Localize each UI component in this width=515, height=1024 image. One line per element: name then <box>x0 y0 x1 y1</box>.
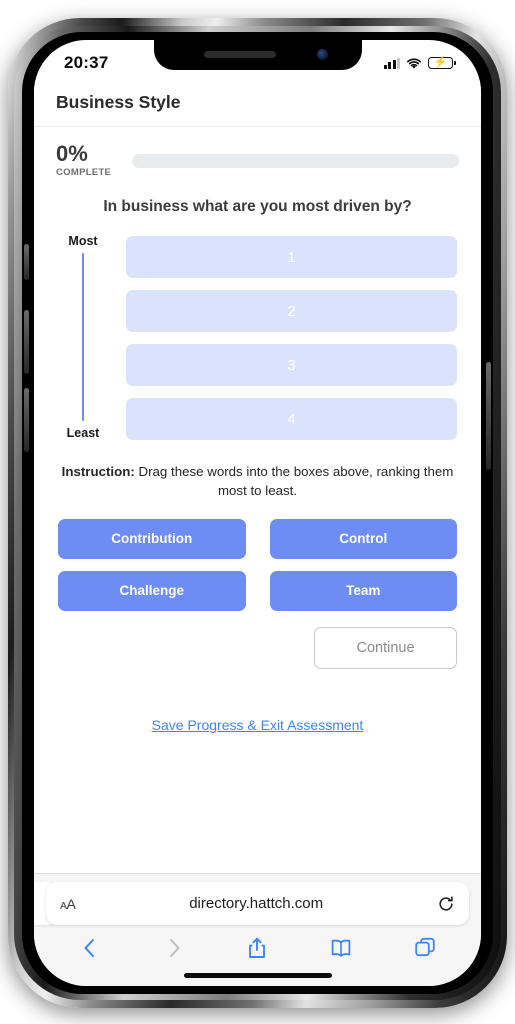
tabs-button[interactable] <box>413 936 437 960</box>
url-bar[interactable]: AA directory.hattch.com <box>46 882 469 925</box>
ranking-slot[interactable]: 1 <box>126 236 457 278</box>
home-indicator <box>183 973 332 978</box>
text-size-aa-icon[interactable]: AA <box>60 896 76 912</box>
ranking-slot[interactable]: 2 <box>126 290 457 332</box>
phone-screen: 20:37 ⚡ Business Style 0% COMPLETE In bu… <box>34 40 481 986</box>
progress-percent: 0% <box>56 141 88 166</box>
assessment-content: 0% COMPLETE In business what are you mos… <box>34 127 481 741</box>
volume-up-button[interactable] <box>24 310 29 374</box>
continue-button[interactable]: Continue <box>314 626 457 669</box>
scale-line <box>81 253 85 421</box>
ranking-slot[interactable]: 3 <box>126 344 457 386</box>
back-button[interactable] <box>78 936 102 960</box>
progress-complete-label: COMPLETE <box>56 167 112 178</box>
word-chip[interactable]: Challenge <box>58 570 246 611</box>
battery-charging-icon: ⚡ <box>428 57 456 69</box>
wifi-icon <box>406 57 422 69</box>
word-chip[interactable]: Control <box>269 518 457 559</box>
progress-bar-track <box>132 153 459 168</box>
save-progress-exit-link[interactable]: Save Progress & Exit Assessment <box>152 717 364 733</box>
reload-icon[interactable] <box>437 895 455 913</box>
screenshot-stage: 20:37 ⚡ Business Style 0% COMPLETE In bu… <box>0 0 515 1024</box>
power-button[interactable] <box>486 362 491 470</box>
ranking-slot-list: 1 2 3 4 <box>126 232 457 440</box>
safari-browser-chrome: AA directory.hattch.com <box>34 873 481 986</box>
instruction-text: Instruction: Drag these words into the b… <box>34 440 481 513</box>
progress-percent-block: 0% COMPLETE <box>56 141 118 179</box>
status-bar-clock: 20:37 <box>64 53 109 72</box>
url-bar-row: AA directory.hattch.com <box>34 882 469 925</box>
continue-row: Continue <box>34 611 481 669</box>
url-text[interactable]: directory.hattch.com <box>75 895 437 912</box>
word-chip-list: Contribution Control Challenge Team <box>34 513 481 611</box>
forward-button[interactable] <box>162 936 186 960</box>
page-header: Business Style <box>34 80 481 127</box>
ranking-area: Most Least 1 2 3 4 <box>34 226 481 440</box>
save-link-row: Save Progress & Exit Assessment <box>34 669 481 735</box>
page-title: Business Style <box>56 92 181 112</box>
safari-toolbar <box>34 925 481 971</box>
share-button[interactable] <box>245 936 269 960</box>
scale-most-label: Most <box>68 234 98 248</box>
instruction-label: Instruction: <box>61 464 135 479</box>
word-chip[interactable]: Contribution <box>58 518 246 559</box>
question-text: In business what are you most driven by? <box>103 198 412 215</box>
ranking-slot[interactable]: 4 <box>126 398 457 440</box>
volume-down-button[interactable] <box>24 388 29 452</box>
cellular-signal-icon <box>383 57 400 69</box>
bookmarks-button[interactable] <box>329 936 353 960</box>
scale-least-label: Least <box>66 426 100 440</box>
ranking-scale: Most Least <box>52 232 114 440</box>
instruction-body: Drag these words into the boxes above, r… <box>138 464 454 499</box>
silent-switch[interactable] <box>24 244 29 280</box>
word-chip[interactable]: Team <box>269 570 457 611</box>
progress-section: 0% COMPLETE <box>34 127 481 182</box>
status-bar-indicators: ⚡ <box>383 57 456 69</box>
status-bar: 20:37 ⚡ <box>34 40 481 80</box>
